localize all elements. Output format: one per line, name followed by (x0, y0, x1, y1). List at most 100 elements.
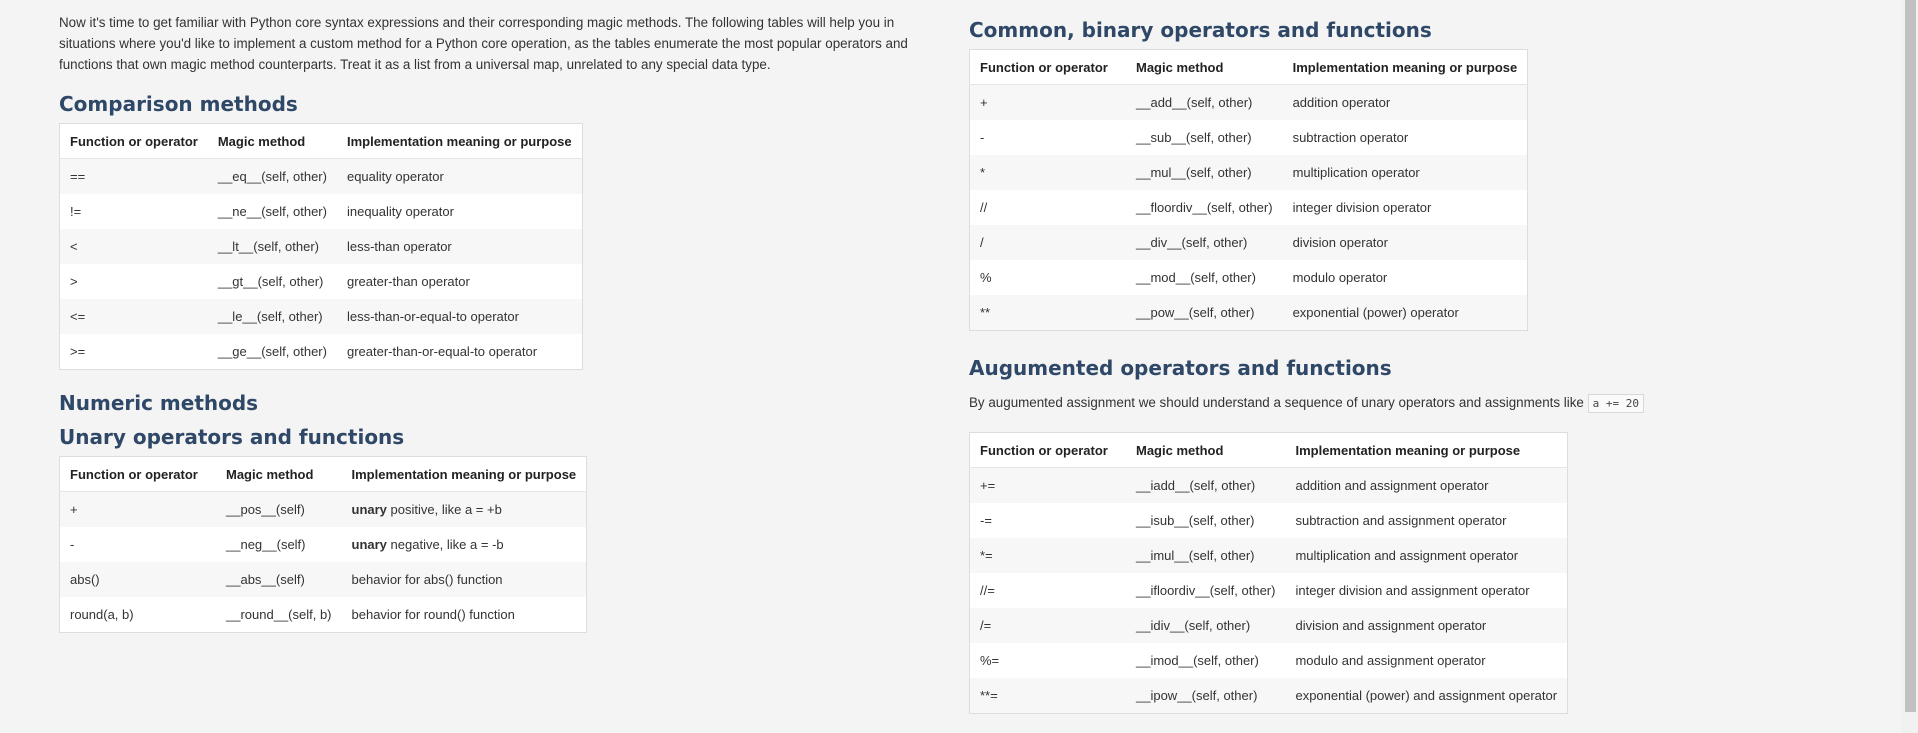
cell-method: __pos__(self) (216, 491, 342, 527)
table-row: == __eq__(self, other) equality operator (59, 158, 583, 194)
header-meaning: Implementation meaning or purpose (336, 123, 583, 159)
header-magic-method: Magic method (216, 456, 342, 492)
cell-method: __round__(self, b) (226, 607, 332, 622)
cell-operator: //= (980, 583, 995, 598)
cell-meaning: integer division operator (1292, 200, 1432, 215)
numeric-title: Numeric methods (59, 391, 259, 415)
cell-method: __idiv__(self, other) (1126, 608, 1286, 643)
cell-meaning: modulo operator (1292, 270, 1388, 285)
cell-meaning: unary positive, like a = +b (341, 491, 587, 527)
augmented-table: Function or operator Magic method Implem… (969, 432, 1569, 714)
cell-operator: + (969, 84, 1126, 120)
scrollbar-thumb[interactable] (1905, 0, 1916, 712)
unary-title: Unary operators and functions (59, 425, 405, 449)
table-header-row: Function or operator Magic method Implem… (59, 456, 587, 492)
unary-table: Function or operator Magic method Implem… (59, 456, 588, 633)
table-row: != __ne__(self, other) inequality operat… (60, 194, 583, 229)
cell-method: __imod__(self, other) (1136, 653, 1259, 668)
table-row: - __sub__(self, other) subtraction opera… (970, 120, 1528, 155)
header-function: Function or operator (59, 456, 216, 492)
cell-method: __abs__(self) (216, 562, 342, 597)
augmented-note-text: By augumented assignment we should under… (969, 395, 1588, 410)
table-row: >= __ge__(self, other) greater-than-or-e… (60, 334, 583, 370)
cell-operator: += (969, 467, 1126, 503)
intro-paragraph: Now it's time to get familiar with Pytho… (59, 15, 908, 72)
table-row: round(a, b) __round__(self, b) behavior … (60, 597, 587, 633)
table-row: += __iadd__(self, other) addition and as… (969, 467, 1568, 503)
cell-method: __neg__(self) (226, 537, 306, 552)
table-row: -= __isub__(self, other) subtraction and… (970, 503, 1568, 538)
cell-operator: >= (70, 344, 86, 359)
cell-operator: - (980, 130, 985, 145)
cell-operator: == (59, 158, 208, 194)
cell-operator: abs() (59, 562, 216, 597)
table-row: + __add__(self, other) addition operator (969, 84, 1528, 120)
table-row: **= __ipow__(self, other) exponential (p… (969, 678, 1568, 714)
left-column: Now it's time to get familiar with Pytho… (59, 12, 929, 633)
table-row: * __mul__(self, other) multiplication op… (969, 155, 1528, 190)
table-row: > __gt__(self, other) greater-than opera… (60, 264, 583, 299)
cell-method: __sub__(self, other) (1136, 130, 1252, 145)
cell-meaning: greater-than-or-equal-to operator (346, 344, 538, 359)
cell-method: __floordiv__(self, other) (1136, 200, 1273, 215)
cell-meaning: modulo and assignment operator (1295, 653, 1486, 668)
table-row: /= __idiv__(self, other) division and as… (969, 608, 1568, 643)
cell-operator: % (980, 270, 992, 285)
cell-method: __eq__(self, other) (207, 158, 337, 194)
cell-operator: /= (969, 608, 1126, 643)
cell-method: __mod__(self, other) (1136, 270, 1256, 285)
binary-table: Function or operator Magic method Implem… (969, 49, 1529, 331)
comparison-title: Comparison methods (59, 92, 298, 116)
cell-meaning: less-than operator (336, 229, 583, 264)
cell-meaning: addition operator (1282, 84, 1528, 120)
header-magic-method: Magic method (1126, 49, 1283, 85)
cell-method: __div__(self, other) (1126, 225, 1283, 260)
cell-meaning: multiplication and assignment operator (1285, 538, 1568, 573)
cell-meaning: exponential (power) and assignment opera… (1285, 678, 1568, 714)
augmented-title: Augumented operators and functions (969, 356, 1392, 380)
cell-operator: < (59, 229, 208, 264)
header-meaning: Implementation meaning or purpose (341, 456, 587, 492)
cell-meaning: subtraction and assignment operator (1295, 513, 1507, 528)
header-meaning: Implementation meaning or purpose (1282, 49, 1528, 85)
cell-meaning: exponential (power) operator (1282, 295, 1528, 331)
cell-meaning-text: positive, like a = +b (386, 502, 502, 517)
cell-method: __ifloordiv__(self, other) (1136, 583, 1276, 598)
table-header-row: Function or operator Magic method Implem… (969, 49, 1528, 85)
cell-meaning: greater-than operator (346, 274, 470, 289)
table-row: // __floordiv__(self, other) integer div… (970, 190, 1528, 225)
cell-operator: * (969, 155, 1126, 190)
cell-operator: + (59, 491, 216, 527)
cell-operator: **= (969, 678, 1126, 714)
table-row: <= __le__(self, other) less-than-or-equa… (59, 299, 583, 334)
table-header-row: Function or operator Magic method Implem… (969, 432, 1568, 468)
vertical-scrollbar[interactable] (1901, 0, 1918, 733)
cell-operator: / (969, 225, 1126, 260)
table-row: / __div__(self, other) division operator (969, 225, 1528, 260)
cell-meaning: subtraction operator (1292, 130, 1409, 145)
cell-meaning: division operator (1282, 225, 1528, 260)
header-function: Function or operator (59, 123, 208, 159)
comparison-table: Function or operator Magic method Implem… (59, 123, 583, 370)
cell-meaning: division and assignment operator (1285, 608, 1568, 643)
cell-method: __iadd__(self, other) (1126, 467, 1286, 503)
cell-meaning-bold: unary (351, 502, 387, 517)
cell-meaning-text: negative, like a = -b (386, 537, 504, 552)
cell-method: __ipow__(self, other) (1126, 678, 1286, 714)
cell-meaning: equality operator (336, 158, 583, 194)
cell-method: __le__(self, other) (207, 299, 337, 334)
cell-operator: // (980, 200, 988, 215)
right-column: Common, binary operators and functions F… (969, 12, 1829, 714)
table-row: %= __imod__(self, other) modulo and assi… (970, 643, 1568, 678)
table-row: + __pos__(self) unary positive, like a =… (59, 491, 587, 527)
table-header-row: Function or operator Magic method Implem… (59, 123, 583, 159)
cell-method: __ne__(self, other) (217, 204, 327, 219)
cell-operator: > (70, 274, 78, 289)
header-magic-method: Magic method (1126, 432, 1286, 468)
cell-meaning: integer division and assignment operator (1295, 583, 1530, 598)
cell-operator: round(a, b) (70, 607, 134, 622)
cell-method: __imul__(self, other) (1126, 538, 1286, 573)
cell-operator: <= (59, 299, 208, 334)
cell-meaning: multiplication operator (1282, 155, 1528, 190)
cell-meaning-bold: unary (351, 537, 387, 552)
